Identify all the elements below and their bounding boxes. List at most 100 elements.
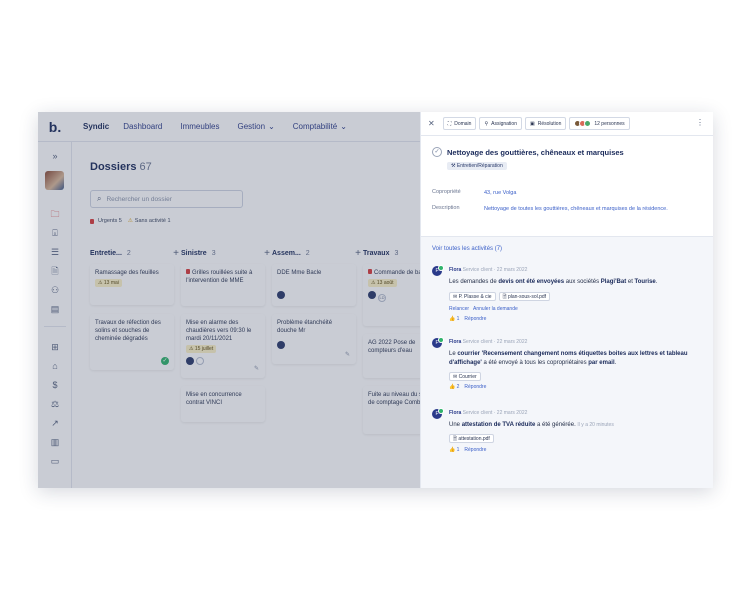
column-sinistre: Sinistre 3 +	[181, 246, 270, 260]
initials-avatar: LD	[378, 294, 386, 302]
like-button[interactable]: 👍 2	[449, 384, 459, 390]
column-entretien: Entretie... 2 +	[90, 246, 179, 260]
chevron-down-icon: ⌄	[340, 122, 347, 131]
users-icon[interactable]: ⚇	[49, 285, 61, 295]
reply-link[interactable]: Répondre	[464, 384, 486, 390]
dossier-title: ✓ Nettoyage des gouttières, chêneaux et …	[432, 147, 624, 157]
text-bold: Tourise	[634, 279, 656, 285]
like-button[interactable]: 👍 1	[449, 447, 459, 453]
copro-link[interactable]: 43, rue Volga	[484, 189, 699, 197]
card-text-wrap: Grilles rouillées suite à l'intervention…	[186, 269, 260, 285]
bank-icon[interactable]: ⌂	[49, 361, 61, 371]
urgent-icon	[186, 269, 190, 274]
card-vinci[interactable]: Mise en concurrence contrat VINCI	[181, 386, 265, 422]
card-text: Mise en concurrence contrat VINCI	[186, 392, 242, 406]
card-refection[interactable]: Travaux de réfection des solins et souch…	[90, 314, 174, 370]
edit-icon[interactable]: ✎	[345, 351, 350, 359]
author: Flora	[449, 267, 462, 273]
dollar-icon[interactable]: $	[49, 380, 61, 390]
attachment-chip[interactable]: ✉ P. Plasse & cie	[449, 292, 496, 301]
avatar: F	[432, 265, 444, 276]
like-button[interactable]: 👍 1	[449, 316, 459, 322]
reply-link[interactable]: Répondre	[464, 316, 486, 322]
attachments: 🗎 attestation.pdf	[449, 434, 494, 443]
avatar	[277, 291, 285, 299]
building-avatar[interactable]	[45, 171, 64, 190]
column-count: 2	[305, 249, 310, 257]
reply-link[interactable]: Répondre	[464, 447, 486, 453]
dossiers-main: Dossiers 67 ⌕ Rechercher un dossier Urgen…	[72, 142, 447, 488]
attachment-chip[interactable]: 🗎 attestation.pdf	[449, 434, 494, 443]
table-icon[interactable]: ⊞	[49, 342, 61, 352]
list-icon[interactable]: ☰	[49, 247, 61, 257]
column-title: Entretie...	[90, 249, 122, 257]
chart-icon[interactable]: ↗	[49, 418, 61, 428]
add-card-button[interactable]: +	[173, 248, 179, 259]
nav-immeubles[interactable]: Immeubles	[180, 122, 219, 131]
card-text: Ramassage des feuilles	[95, 270, 159, 276]
document-icon[interactable]: 🗎	[49, 266, 61, 276]
attachment-chip[interactable]: 🗎 plan-sous-sol.pdf	[498, 292, 551, 301]
folder-icon[interactable]: 🗀	[49, 209, 61, 219]
text-part: a été générée.	[535, 422, 576, 428]
rail-divider	[44, 326, 66, 327]
nav-gestion[interactable]: Gestion ⌄	[238, 122, 275, 131]
button-label: Résolution	[537, 120, 562, 127]
urgent-icon	[368, 269, 372, 274]
avatar	[277, 341, 285, 349]
card-dde[interactable]: DDE Mme Bacle	[272, 264, 356, 306]
ledger-icon[interactable]: ▥	[49, 437, 61, 447]
title-text: Nettoyage des gouttières, chêneaux et ma…	[447, 147, 624, 157]
activity-text: Une attestation de TVA réduite a été gén…	[449, 421, 699, 430]
annuler-link[interactable]: Annuler la demande	[473, 306, 518, 312]
text-part: Les demandes de	[449, 279, 499, 285]
participants-button[interactable]: 12 personnes	[569, 117, 630, 130]
card-grilles[interactable]: Grilles rouillées suite à l'intervention…	[181, 264, 265, 306]
search-input[interactable]: ⌕ Rechercher un dossier	[90, 190, 243, 208]
card-text: Mise en alarme des chaudières vers 09:30…	[186, 320, 252, 342]
button-label: 12 personnes	[594, 120, 625, 127]
attachment-chip[interactable]: ✉ Courrier	[449, 372, 481, 381]
filter-chips: Urgents 5 ⚠ Sans activité 1	[90, 218, 171, 224]
column-count: 3	[394, 249, 399, 257]
card-ramassage[interactable]: Ramassage des feuilles ⚠ 13 mai	[90, 264, 174, 305]
avatar	[368, 291, 376, 299]
scale-icon[interactable]: ⚖	[49, 399, 61, 409]
chip-urgents[interactable]: Urgents 5	[90, 218, 122, 224]
app-logo[interactable]: b.	[38, 119, 72, 135]
app-name: Syndic	[83, 122, 110, 131]
more-menu-icon[interactable]: ⋮	[696, 118, 704, 127]
monitor-icon[interactable]: ▭	[49, 456, 61, 466]
nav-dashboard[interactable]: Dashboard	[123, 122, 162, 131]
text-part: aux sociétés	[564, 279, 601, 285]
card-text: Problème étanchéité douche Mr	[277, 320, 333, 334]
meta-text: Service client · 22 mars 2022	[462, 410, 528, 416]
archive-icon[interactable]: ▤	[49, 304, 61, 314]
column-count: 3	[211, 249, 216, 257]
meta-text: Service client · 22 mars 2022	[462, 339, 528, 345]
domain-button[interactable]: ⛶ Domain	[442, 117, 477, 130]
assignation-button[interactable]: ⚲ Assignation	[479, 117, 522, 130]
chip-sans-activite[interactable]: ⚠ Sans activité 1	[128, 218, 171, 224]
expand-icon[interactable]: »	[49, 151, 61, 161]
activity-text: Les demandes de devis ont été envoyées a…	[449, 278, 699, 287]
field-label: Copropriété	[432, 189, 461, 195]
urgent-icon	[90, 218, 94, 224]
text-part: Une	[449, 422, 462, 428]
category-badge[interactable]: ⚒ Entretien/Réparation	[447, 162, 507, 170]
complete-check-icon[interactable]: ✓	[432, 147, 442, 157]
relancer-link[interactable]: Relancer	[449, 306, 469, 312]
top-navbar: b. Syndic Dashboard Immeubles Gestion ⌄ C…	[38, 112, 420, 142]
inbox-icon[interactable]: ⌻	[49, 228, 61, 238]
resolution-button[interactable]: ▣ Résolution	[524, 117, 567, 130]
app-window: b. Syndic Dashboard Immeubles Gestion ⌄ C…	[38, 112, 713, 488]
all-activities-link[interactable]: Voir toutes les activités (7)	[432, 246, 502, 252]
add-card-button[interactable]: +	[264, 248, 270, 259]
close-icon[interactable]: ✕	[428, 119, 435, 128]
due-date-badge: ⚠ 15 juillet	[186, 345, 217, 353]
card-chaudieres[interactable]: Mise en alarme des chaudières vers 09:30…	[181, 314, 265, 378]
edit-icon[interactable]: ✎	[254, 365, 259, 373]
add-card-button[interactable]: +	[355, 248, 361, 259]
card-etancheite[interactable]: Problème étanchéité douche Mr ✎	[272, 314, 356, 364]
nav-comptabilite[interactable]: Comptabilité ⌄	[293, 122, 347, 131]
